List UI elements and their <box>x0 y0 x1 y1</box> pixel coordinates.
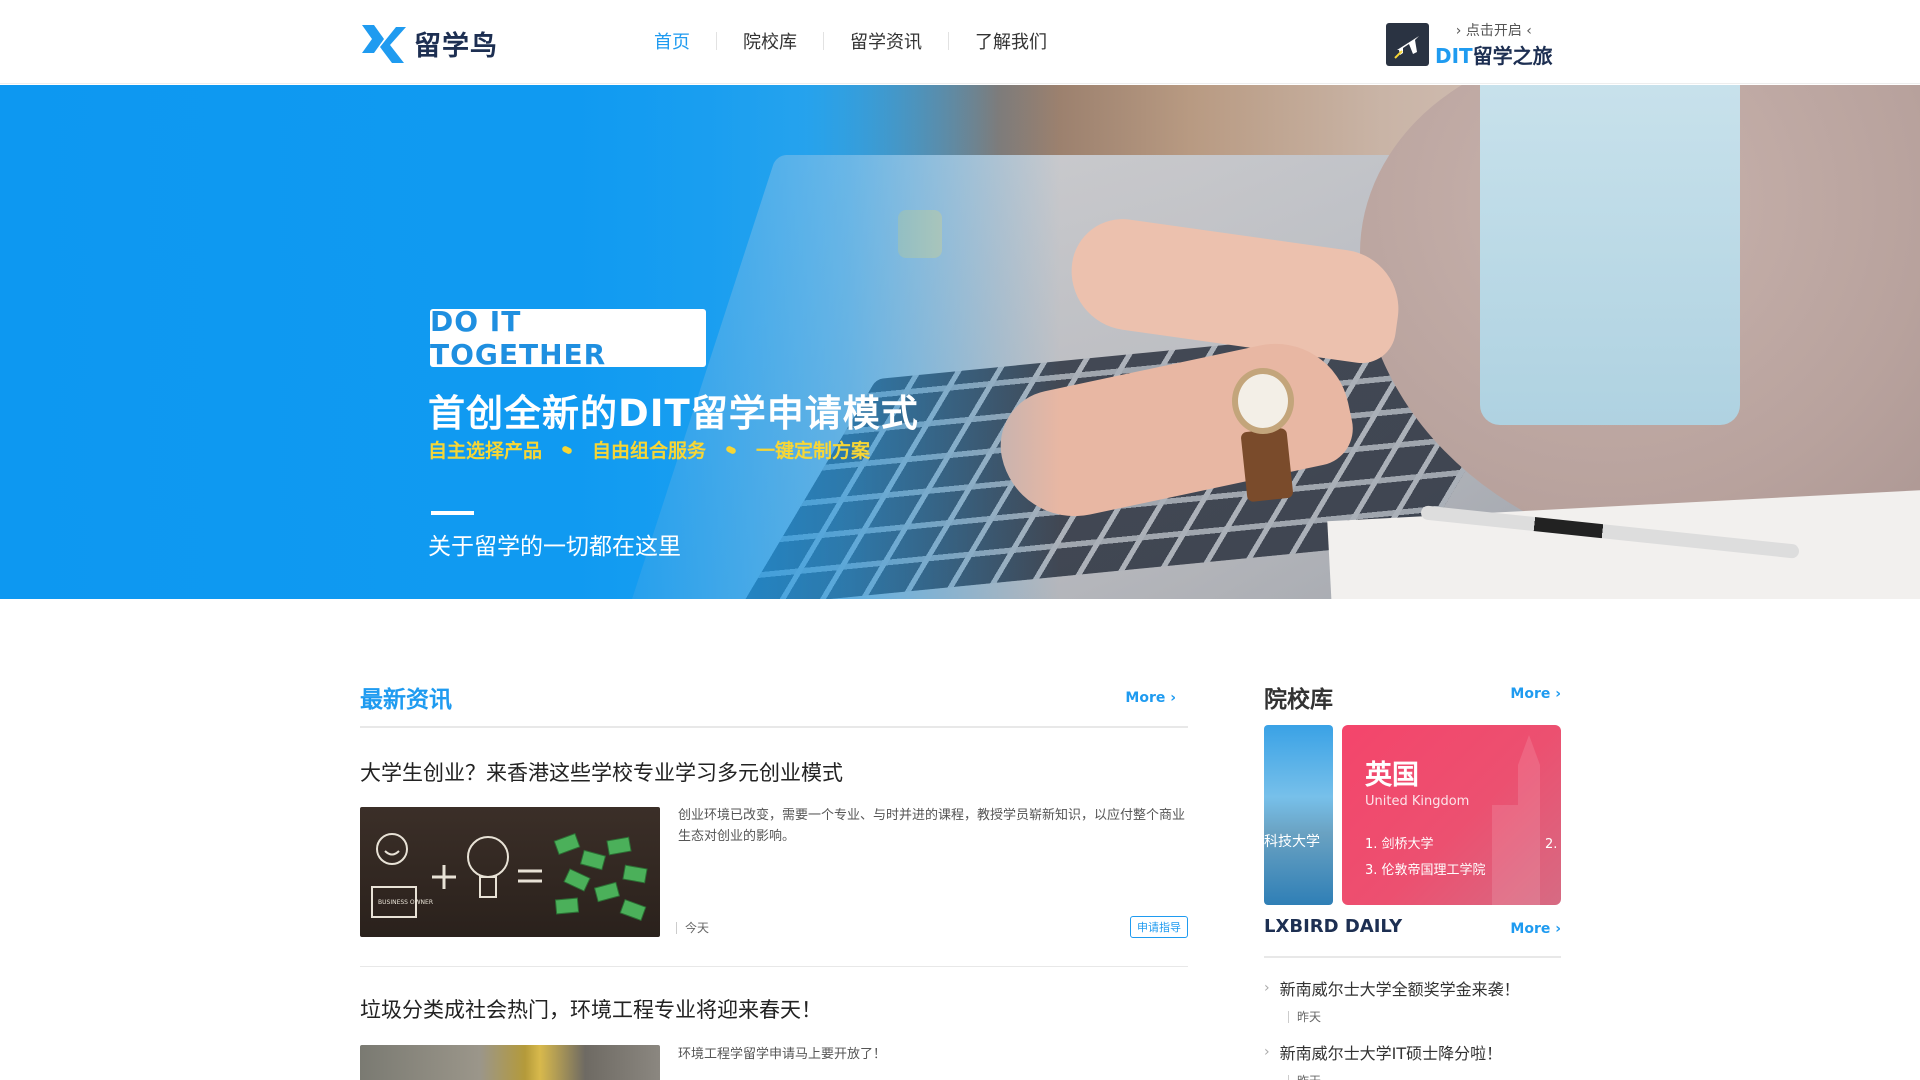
chevron-right-icon: › <box>1264 1044 1270 1060</box>
daily-item-link[interactable]: › 新南威尔士大学IT硕士降分啦！ <box>1264 1040 1561 1064</box>
school-card-label: 科技大学 <box>1264 834 1320 850</box>
brand-name: 留学鸟 <box>414 30 498 62</box>
article-date: 今天 <box>685 921 710 935</box>
chevron-right-icon: › <box>1170 690 1176 706</box>
school-list-item[interactable]: 3. 伦敦帝国理工学院 <box>1365 858 1486 884</box>
trip-title: DIT留学之旅 <box>1435 40 1553 69</box>
schools-section-header: 院校库 More › <box>1264 680 1561 714</box>
news-article: 垃圾分类成社会热门，环境工程专业将迎来春天！ 环境工程学留学申请马上要开放了！ <box>360 994 1188 1080</box>
country-school-list: 1. 剑桥大学 3. 伦敦帝国理工学院 <box>1365 832 1486 884</box>
banner-badge: DO IT TOGETHER <box>430 305 706 371</box>
news-section-title: 最新资讯 <box>360 687 452 713</box>
banner-photo-watch-strap <box>1240 427 1294 503</box>
banner-tag: 自主选择产品 <box>428 440 543 462</box>
news-more-link[interactable]: More › <box>1125 690 1176 706</box>
banner-tags: 自主选择产品 自由组合服务 一键定制方案 <box>428 436 870 463</box>
banner-title: 首创全新的DIT留学申请模式 <box>428 392 919 435</box>
meta-divider <box>676 921 677 934</box>
article-meta: 今天 <box>676 919 709 936</box>
article-summary: 环境工程学留学申请马上要开放了！ <box>678 1047 887 1062</box>
trip-hint-label: 点击开启 <box>1465 23 1522 39</box>
entrepreneur-chalk-illustration: BUSINESS OWNER <box>371 833 648 921</box>
start-trip-button[interactable]: › 点击开启 ‹ DIT留学之旅 <box>1386 20 1553 69</box>
daily-more-label: More <box>1510 921 1551 937</box>
tag-separator-icon <box>561 444 573 455</box>
banner-divider <box>431 511 474 515</box>
banner-subtitle: 关于留学的一切都在这里 <box>428 534 681 560</box>
news-more-label: More <box>1125 690 1166 706</box>
daily-item-title: 新南威尔士大学IT硕士降分啦！ <box>1279 1044 1503 1063</box>
plane-icon <box>1386 23 1429 66</box>
country-subtitle: United Kingdom <box>1365 794 1470 809</box>
banner-badge-text: DO IT TOGETHER <box>430 305 607 371</box>
daily-item-date: 昨天 <box>1297 1010 1322 1024</box>
daily-item-date: 昨天 <box>1297 1072 1321 1080</box>
chevron-right-icon: › <box>1555 921 1561 937</box>
daily-section-title: LXBIRD DAILY <box>1264 916 1403 937</box>
article-tag-badge[interactable]: 申请指导 <box>1130 916 1188 938</box>
school-carousel-prev-card[interactable]: 科技大学 <box>1264 725 1333 905</box>
news-article: 大学生创业？来香港这些学校专业学习多元创业模式 BUSINESS OWNER 创… <box>360 757 1188 938</box>
school-list-item[interactable]: 1. 剑桥大学 <box>1365 832 1486 858</box>
chevron-right-icon: › <box>1264 980 1270 996</box>
trip-rest: 留学之旅 <box>1472 44 1553 68</box>
daily-item-meta: 昨天 <box>1288 1008 1561 1025</box>
daily-list-item: › 新南威尔士大学全额奖学金来袭！ 昨天 <box>1264 976 1561 1025</box>
daily-section-header: LXBIRD DAILY More › <box>1264 916 1561 958</box>
trip-text: › 点击开启 ‹ DIT留学之旅 <box>1435 20 1553 69</box>
banner-tag: 自由组合服务 <box>592 440 707 462</box>
nav-about[interactable]: 了解我们 <box>949 28 1073 54</box>
meta-divider <box>1288 1010 1289 1023</box>
school-list-item-partial: 2. <box>1545 837 1558 852</box>
top-header: 留学鸟 首页 院校库 留学资讯 了解我们 › 点击开启 ‹ DIT留学之旅 <box>0 0 1920 84</box>
country-title: 英国 <box>1365 760 1419 791</box>
trip-dit: DIT <box>1435 44 1473 68</box>
daily-item-title: 新南威尔士大学全额奖学金来袭！ <box>1279 980 1520 999</box>
banner-photo-shirt <box>1480 85 1740 425</box>
schools-section-title: 院校库 <box>1264 687 1333 713</box>
brand-logo[interactable]: 留学鸟 <box>360 19 498 67</box>
daily-list-item: › 新南威尔士大学IT硕士降分啦！ 昨天 <box>1264 1040 1561 1080</box>
article-divider <box>360 966 1188 967</box>
article-title[interactable]: 垃圾分类成社会热门，环境工程专业将迎来春天！ <box>360 994 1188 1024</box>
meta-divider <box>1288 1074 1289 1080</box>
trip-hint: › 点击开启 ‹ <box>1455 23 1532 39</box>
main-nav: 首页 院校库 留学资讯 了解我们 <box>628 28 1073 54</box>
nav-home[interactable]: 首页 <box>628 28 716 54</box>
article-summary: 创业环境已改变，需要一个专业、与时并进的课程，教授学员崭新知识，以应付整个商业生… <box>678 808 1186 844</box>
daily-item-link[interactable]: › 新南威尔士大学全额奖学金来袭！ <box>1264 976 1561 1000</box>
daily-item-meta: 昨天 <box>1288 1072 1561 1080</box>
article-thumbnail[interactable]: BUSINESS OWNER <box>360 807 660 937</box>
article-title[interactable]: 大学生创业？来香港这些学校专业学习多元创业模式 <box>360 757 1188 787</box>
hero-banner: DO IT TOGETHER 首创全新的DIT留学申请模式 自主选择产品 自由组… <box>0 85 1920 599</box>
chalk-sign-caption: BUSINESS OWNER <box>378 899 433 906</box>
schools-more-label: More <box>1510 686 1551 702</box>
schools-more-link[interactable]: More › <box>1510 686 1561 702</box>
article-thumbnail[interactable] <box>360 1045 660 1080</box>
tag-separator-icon <box>725 444 737 455</box>
country-card-uk[interactable]: 英国 United Kingdom 1. 剑桥大学 3. 伦敦帝国理工学院 2. <box>1342 725 1561 905</box>
daily-more-link[interactable]: More › <box>1510 921 1561 937</box>
banner-photo-watch <box>1232 368 1294 434</box>
nav-news[interactable]: 留学资讯 <box>824 28 948 54</box>
banner-tag: 一键定制方案 <box>756 440 871 462</box>
chevron-right-icon: › <box>1555 686 1561 702</box>
logo-mark-icon <box>362 25 406 63</box>
nav-schools[interactable]: 院校库 <box>717 28 823 54</box>
news-section-header: 最新资讯 More › <box>360 680 1188 728</box>
